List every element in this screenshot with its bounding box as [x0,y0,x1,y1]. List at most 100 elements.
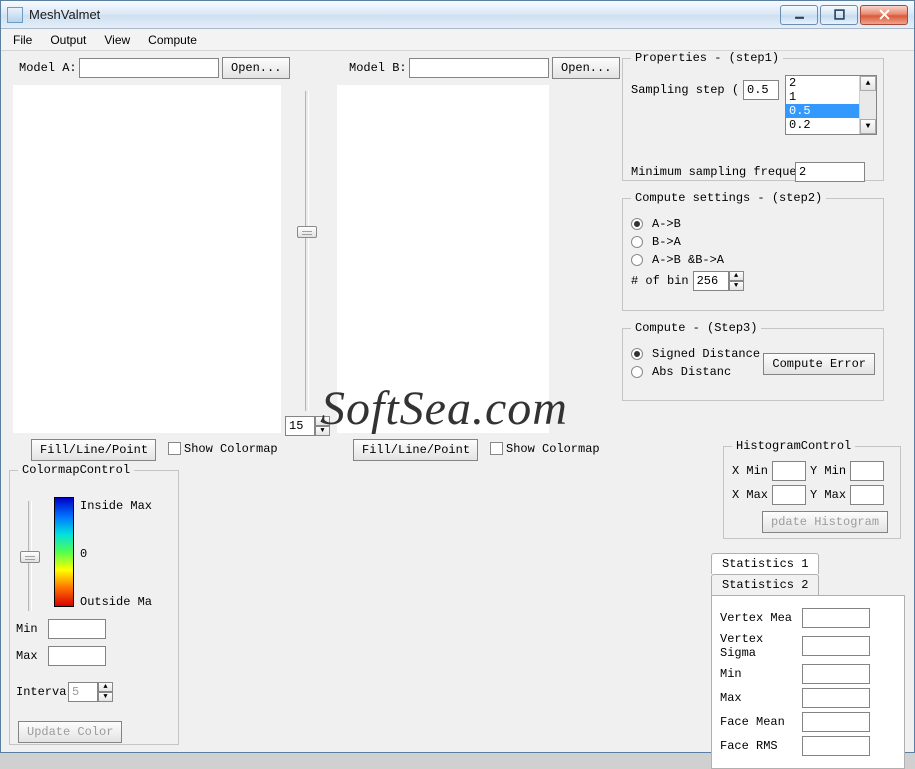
fill-line-point-b-button[interactable]: Fill/Line/Point [353,439,478,461]
titlebar: MeshValmet [1,1,914,29]
spin-up-icon[interactable]: ▲ [729,271,744,281]
model-b-open-button[interactable]: Open... [552,57,620,79]
listbox-scrollbar[interactable]: ▲▼ [859,76,876,134]
statistics-body: Vertex Mea Vertex Sigma Min Max Face Mea… [711,595,905,769]
checkbox-icon[interactable] [490,442,503,455]
minimize-button[interactable] [780,5,818,25]
face-rms-input[interactable] [802,736,870,756]
bins-input[interactable]: 256 [693,271,729,291]
slider-value-spinner[interactable]: ▲▼ [315,416,330,436]
menu-compute[interactable]: Compute [140,31,205,49]
zero-label: 0 [80,547,87,561]
menu-file[interactable]: File [5,31,40,49]
ymin-input[interactable] [850,461,884,481]
model-a-open-button[interactable]: Open... [222,57,290,79]
interval-input[interactable]: 5 [68,682,98,702]
stat-max-input[interactable] [802,688,870,708]
viewport-a[interactable] [13,85,281,433]
scroll-down-icon[interactable]: ▼ [860,119,876,134]
min-freq-label: Minimum sampling frequenc [631,165,811,179]
slider-value-input[interactable]: 15 [285,416,315,436]
model-a-label: Model A: [19,61,77,75]
tab-statistics-1[interactable]: Statistics 1 [711,553,819,574]
compute-legend: Compute - (Step3) [631,321,761,335]
scroll-up-icon[interactable]: ▲ [860,76,876,91]
model-b-label: Model B: [349,61,407,75]
compute-settings-legend: Compute settings - (step2) [631,191,826,205]
list-item[interactable]: 2 [786,76,859,90]
checkbox-icon[interactable] [168,442,181,455]
face-mean-input[interactable] [802,712,870,732]
vertex-mea-label: Vertex Mea [720,611,798,625]
vertex-mea-input[interactable] [802,608,870,628]
spin-down-icon[interactable]: ▼ [315,426,330,436]
colormap-legend: ColormapControl [18,463,134,477]
bins-row: # of bin 256▲▼ [631,271,875,291]
ymax-label: Y Max [810,488,846,502]
maximize-button[interactable] [820,5,858,25]
window-title: MeshValmet [29,7,778,22]
face-mean-label: Face Mean [720,715,798,729]
spin-up-icon[interactable]: ▲ [98,682,113,692]
spin-up-icon[interactable]: ▲ [315,416,330,426]
menu-output[interactable]: Output [42,31,94,49]
min-input[interactable] [48,619,106,639]
vertex-sigma-label: Vertex Sigma [720,632,798,660]
inside-max-label: Inside Max [80,499,152,513]
xmax-label: X Max [732,488,768,502]
vertex-sigma-input[interactable] [802,636,870,656]
xmax-input[interactable] [772,485,806,505]
bins-spinner[interactable]: ▲▼ [729,271,744,291]
interval-spinner[interactable]: ▲▼ [98,682,113,702]
face-rms-label: Face RMS [720,739,798,753]
stat-min-input[interactable] [802,664,870,684]
menu-view[interactable]: View [96,31,138,49]
radio-ab[interactable]: A->B [631,217,875,231]
menubar: File Output View Compute [1,29,914,51]
model-b-input[interactable] [409,58,549,78]
xmin-input[interactable] [772,461,806,481]
tab-statistics-2[interactable]: Statistics 2 [711,574,819,595]
interval-label: Interva [16,685,66,699]
radio-icon[interactable] [631,366,643,378]
update-color-button[interactable]: Update Color [18,721,122,743]
radio-icon[interactable] [631,348,643,360]
viewport-b[interactable] [337,85,549,433]
spin-down-icon[interactable]: ▼ [98,692,113,702]
colorbar [54,497,74,607]
colormap-slider-thumb[interactable] [20,551,40,563]
radio-ba[interactable]: B->A [631,235,875,249]
max-label: Max [16,649,38,663]
list-item[interactable]: 1 [786,90,859,104]
bins-label: # of bin [631,274,689,288]
compute-error-button[interactable]: Compute Error [763,353,875,375]
update-histogram-button[interactable]: pdate Histogram [762,511,888,533]
opacity-slider-thumb[interactable] [297,226,317,238]
radio-icon[interactable] [631,218,643,230]
spin-down-icon[interactable]: ▼ [729,281,744,291]
radio-icon[interactable] [631,254,643,266]
min-label: Min [16,622,38,636]
outside-max-label: Outside Ma [80,595,152,609]
stat-min-label: Min [720,667,798,681]
sampling-step-input[interactable]: 0.5 [743,80,779,100]
xmin-label: X Min [732,464,768,478]
ymax-input[interactable] [850,485,884,505]
radio-both[interactable]: A->B &B->A [631,253,875,267]
histogram-legend: HistogramControl [732,439,855,453]
fill-line-point-a-button[interactable]: Fill/Line/Point [31,439,156,461]
show-colormap-a[interactable]: Show Colormap [168,442,278,456]
model-a-input[interactable] [79,58,219,78]
ymin-label: Y Min [810,464,846,478]
list-item[interactable]: 0.5 [786,104,859,118]
radio-icon[interactable] [631,236,643,248]
properties-legend: Properties - (step1) [631,51,783,65]
max-input[interactable] [48,646,106,666]
sampling-listbox[interactable]: 2 1 0.5 0.2 ▲▼ [785,75,877,135]
list-item[interactable]: 0.2 [786,118,859,132]
sampling-step-label: Sampling step ( [631,83,739,97]
show-colormap-b[interactable]: Show Colormap [490,442,600,456]
min-freq-input[interactable]: 2 [795,162,865,182]
stat-max-label: Max [720,691,798,705]
close-button[interactable] [860,5,908,25]
